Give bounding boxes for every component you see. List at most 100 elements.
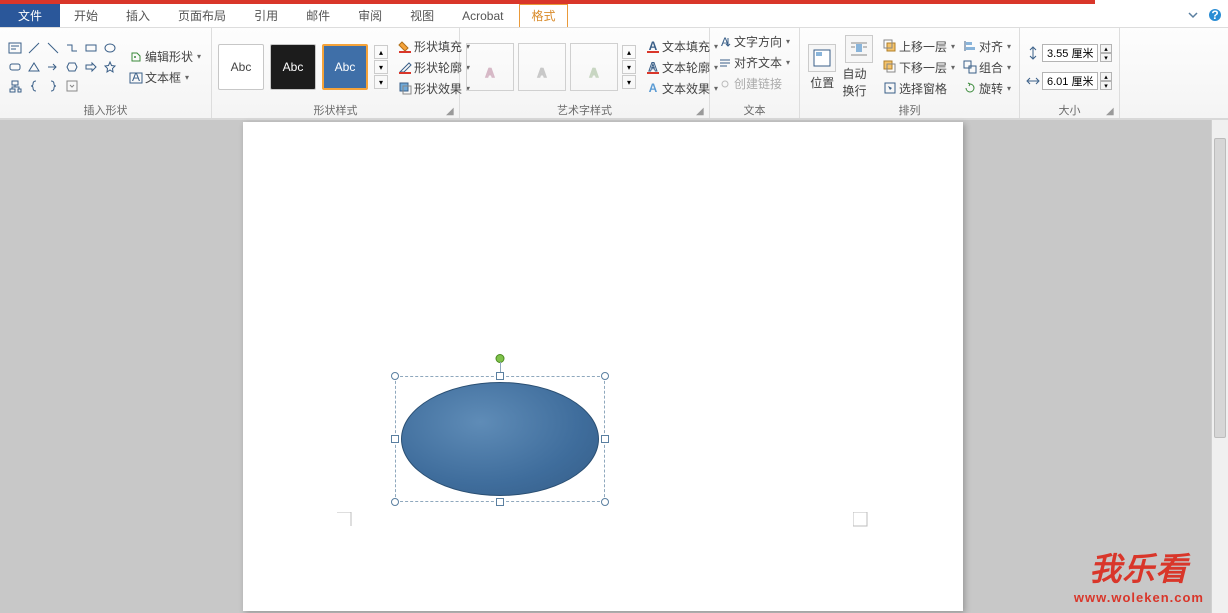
ribbon: 编辑形状▾ A 文本框▾ 插入形状 Abc Abc Abc ▴ ▾ ▾ [0, 28, 1228, 120]
shape-brace2-icon[interactable] [44, 77, 62, 95]
style-swatch-2[interactable]: Abc [270, 44, 316, 90]
align-text-button[interactable]: 对齐文本▾ [716, 53, 792, 72]
shape-line2-icon[interactable] [44, 39, 62, 57]
group-label: 大小 [1020, 102, 1119, 118]
label: 文字方向 [734, 33, 782, 50]
gallery-more-icon[interactable] [63, 77, 81, 95]
tab-references[interactable]: 引用 [240, 4, 292, 27]
text-box-button[interactable]: A 文本框▾ [127, 68, 203, 87]
spin-down[interactable]: ▾ [1100, 53, 1112, 62]
ellipse-shape[interactable] [401, 382, 599, 496]
gallery-down-icon[interactable]: ▾ [374, 60, 388, 74]
shape-star-icon[interactable] [101, 58, 119, 76]
position-icon [808, 44, 836, 72]
tab-file[interactable]: 文件 [0, 4, 60, 27]
dialog-launcher-icon[interactable]: ◢ [1106, 106, 1116, 116]
shape-brace-icon[interactable] [25, 77, 43, 95]
gallery-more-icon[interactable]: ▾ [622, 75, 636, 89]
shape-textbox-icon[interactable] [6, 39, 24, 57]
label: 文本轮廓 [662, 59, 710, 76]
align-button[interactable]: 对齐▾ [961, 37, 1013, 56]
gallery-more-icon[interactable]: ▾ [374, 75, 388, 89]
group-button[interactable]: 组合▾ [961, 58, 1013, 77]
text-outline-button[interactable]: A文本轮廓▾ [644, 58, 720, 77]
edit-shape-button[interactable]: 编辑形状▾ [127, 47, 203, 66]
tab-insert[interactable]: 插入 [112, 4, 164, 27]
shape-blockarrow-icon[interactable] [82, 58, 100, 76]
resize-handle-nw[interactable] [391, 372, 399, 380]
resize-handle-ne[interactable] [601, 372, 609, 380]
align-icon [963, 39, 977, 53]
wordart-swatch-1[interactable]: A [466, 43, 514, 91]
rotate-button[interactable]: 旋转▾ [961, 79, 1013, 98]
align-text-icon [718, 56, 732, 70]
tab-view[interactable]: 视图 [396, 4, 448, 27]
shape-roundrect-icon[interactable] [6, 58, 24, 76]
text-fill-button[interactable]: A文本填充▾ [644, 37, 720, 56]
tab-home[interactable]: 开始 [60, 4, 112, 27]
group-label: 插入形状 [0, 102, 211, 118]
shape-rect-icon[interactable] [82, 39, 100, 57]
shape-triangle-icon[interactable] [25, 58, 43, 76]
tab-review[interactable]: 审阅 [344, 4, 396, 27]
shape-style-gallery[interactable]: Abc Abc Abc ▴ ▾ ▾ [218, 44, 388, 90]
selected-shape[interactable] [395, 376, 605, 502]
wordart-swatch-2[interactable]: A [518, 43, 566, 91]
gallery-up-icon[interactable]: ▴ [374, 45, 388, 59]
vertical-scrollbar[interactable] [1211, 120, 1228, 613]
label: 组合 [979, 59, 1003, 76]
text-direction-button[interactable]: A文字方向▾ [716, 32, 792, 51]
scrollbar-thumb[interactable] [1214, 138, 1226, 438]
label: 形状填充 [414, 38, 462, 55]
spin-down[interactable]: ▾ [1100, 81, 1112, 90]
minimize-ribbon-icon[interactable] [1186, 8, 1200, 22]
tab-layout[interactable]: 页面布局 [164, 4, 240, 27]
document-canvas[interactable] [0, 120, 1228, 613]
text-effects-button[interactable]: A文本效果▾ [644, 79, 720, 98]
dialog-launcher-icon[interactable]: ◢ [696, 106, 706, 116]
shape-arrow-icon[interactable] [44, 58, 62, 76]
label: 对齐文本 [734, 54, 782, 71]
send-backward-button[interactable]: 下移一层▾ [881, 58, 957, 77]
gallery-up-icon[interactable]: ▴ [622, 45, 636, 59]
shape-flowchart-icon[interactable] [6, 77, 24, 95]
group-shape-styles: Abc Abc Abc ▴ ▾ ▾ 形状填充▾ 形状轮廓▾ 形状效果▾ 形状样式… [212, 28, 460, 118]
dialog-launcher-icon[interactable]: ◢ [446, 106, 456, 116]
tab-mailings[interactable]: 邮件 [292, 4, 344, 27]
tab-format[interactable]: 格式 [517, 4, 569, 27]
resize-handle-s[interactable] [496, 498, 504, 506]
watermark-main: 我乐看 [1074, 544, 1204, 590]
width-input[interactable] [1042, 72, 1098, 90]
style-swatch-3-selected[interactable]: Abc [322, 44, 368, 90]
resize-handle-e[interactable] [601, 435, 609, 443]
margin-mark-right [853, 512, 869, 528]
gallery-down-icon[interactable]: ▾ [622, 60, 636, 74]
width-field: ▴▾ [1026, 72, 1112, 90]
page[interactable] [243, 122, 963, 611]
label: 下移一层 [899, 59, 947, 76]
label: 上移一层 [899, 38, 947, 55]
resize-handle-se[interactable] [601, 498, 609, 506]
style-swatch-1[interactable]: Abc [218, 44, 264, 90]
wordart-swatch-3[interactable]: A [570, 43, 618, 91]
bring-forward-icon [883, 39, 897, 53]
spin-up[interactable]: ▴ [1100, 44, 1112, 53]
bring-forward-button[interactable]: 上移一层▾ [881, 37, 957, 56]
wrap-text-button[interactable]: 自动换行 [842, 35, 874, 99]
shape-hex-icon[interactable] [63, 58, 81, 76]
tab-acrobat[interactable]: Acrobat [448, 4, 517, 27]
selection-pane-button[interactable]: 选择窗格 [881, 79, 957, 98]
height-input[interactable] [1042, 44, 1098, 62]
tab-label: 格式 [531, 7, 555, 24]
spin-up[interactable]: ▴ [1100, 72, 1112, 81]
shape-gallery[interactable] [6, 39, 119, 95]
shape-line-icon[interactable] [25, 39, 43, 57]
position-button[interactable]: 位置 [806, 35, 838, 99]
shape-oval-icon[interactable] [101, 39, 119, 57]
resize-handle-sw[interactable] [391, 498, 399, 506]
resize-handle-n[interactable] [496, 372, 504, 380]
help-icon[interactable]: ? [1208, 8, 1222, 22]
resize-handle-w[interactable] [391, 435, 399, 443]
shape-connector-icon[interactable] [63, 39, 81, 57]
wordart-gallery[interactable]: A A A ▴ ▾ ▾ [466, 43, 636, 91]
